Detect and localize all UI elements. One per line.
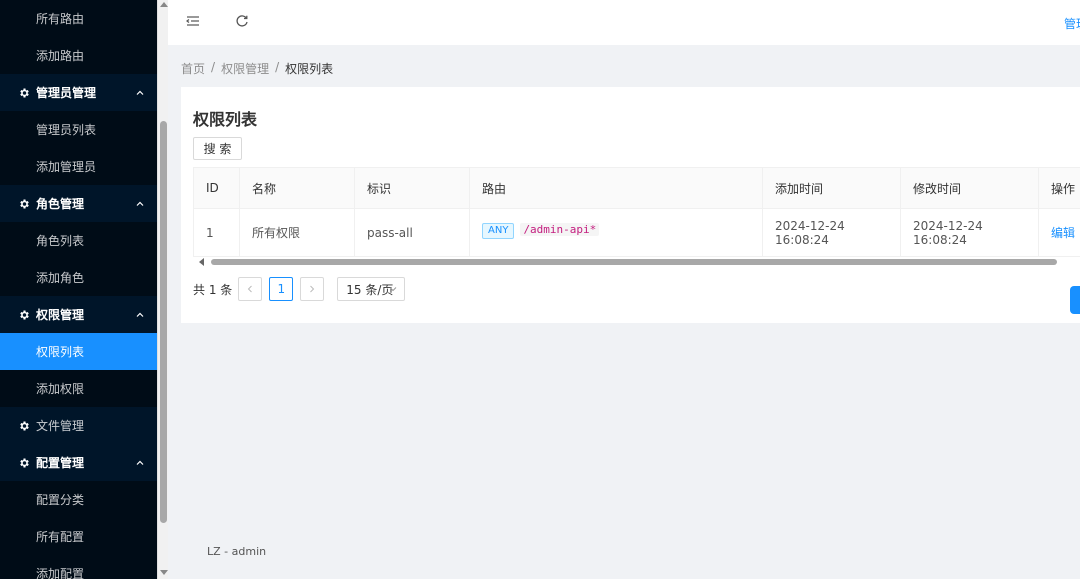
chevron-up-icon [135, 87, 145, 97]
breadcrumb: 首页 / 权限管理 / 权限列表 [181, 60, 333, 77]
next-page-button[interactable] [300, 277, 325, 301]
column-header-actions: 操作 [1038, 167, 1080, 209]
prev-page-button[interactable] [238, 277, 263, 301]
cell-updated-at: 2024-12-24 16:08:24 [900, 208, 1039, 257]
user-menu[interactable]: 管理 [1064, 15, 1080, 32]
cell-slug: pass-all [354, 208, 470, 257]
scroll-up-arrow-icon[interactable] [160, 2, 168, 7]
column-header-created-at[interactable]: 添加时间 [762, 167, 901, 209]
sidebar-item-label: 所有路由 [36, 12, 85, 26]
sidebar-item[interactable]: 添加权限 [0, 370, 157, 407]
page-size-value: 15 条/页 [346, 282, 394, 297]
column-header-id[interactable]: ID [193, 167, 240, 209]
sidebar-item[interactable]: 管理员列表 [0, 111, 157, 148]
sidebar-group[interactable]: 权限管理 [0, 296, 157, 333]
sidebar-scrollbar[interactable] [157, 0, 168, 579]
gear-icon [18, 457, 30, 469]
route-path: /admin-api* [520, 223, 600, 236]
sidebar-item[interactable]: 所有配置 [0, 518, 157, 555]
chevron-left-icon [248, 285, 253, 293]
sidebar-group-label: 权限管理 [36, 308, 85, 322]
scrollbar-thumb[interactable] [160, 121, 167, 523]
sidebar-item[interactable]: 添加管理员 [0, 148, 157, 185]
gear-icon [18, 420, 30, 432]
search-button[interactable]: 搜 索 [193, 137, 242, 160]
sidebar-group-label: 配置管理 [36, 456, 85, 470]
scroll-left-arrow-icon[interactable] [199, 258, 204, 266]
gear-icon [18, 198, 30, 210]
reload-icon[interactable] [235, 14, 251, 30]
breadcrumb-home[interactable]: 首页 [181, 60, 205, 77]
scroll-down-arrow-icon[interactable] [160, 570, 168, 575]
sidebar-item-label: 添加角色 [36, 271, 85, 285]
sidebar-item-label: 管理员列表 [36, 123, 97, 137]
column-header-slug[interactable]: 标识 [354, 167, 470, 209]
chevron-up-icon [135, 309, 145, 319]
sidebar-item-label: 配置分类 [36, 493, 85, 507]
pagination-total: 共 1 条 [193, 282, 233, 297]
sidebar-item-label: 添加管理员 [36, 160, 97, 174]
top-header: 管理 [168, 0, 1080, 45]
sidebar-item[interactable]: 添加路由 [0, 37, 157, 74]
sidebar: 所有路由添加路由管理员管理管理员列表添加管理员角色管理角色列表添加角色权限管理权… [0, 0, 157, 579]
route-method-tag: ANY [482, 223, 515, 239]
breadcrumb-permission-management[interactable]: 权限管理 [221, 60, 269, 77]
sidebar-group[interactable]: 配置管理 [0, 444, 157, 481]
sidebar-group[interactable]: 管理员管理 [0, 74, 157, 111]
chevron-down-icon [389, 287, 397, 292]
sidebar-item-label: 角色列表 [36, 234, 85, 248]
chevron-up-icon [135, 457, 145, 467]
sidebar-group-label: 管理员管理 [36, 86, 97, 100]
sidebar-item-label: 添加路由 [36, 49, 85, 63]
sidebar-item[interactable]: 角色列表 [0, 222, 157, 259]
permission-table: ID 名称 标识 路由 添加时间 修改时间 操作 1 所有权限 pass-all… [193, 167, 1080, 257]
permission-list-card: 权限列表 搜 索 ID 名称 标识 路由 添加时间 修改时间 操作 1 所有权限… [181, 87, 1080, 323]
sidebar-item-label: 权限列表 [36, 345, 85, 359]
breadcrumb-current: 权限列表 [285, 62, 334, 76]
breadcrumb-separator: / [275, 60, 280, 74]
menu-fold-icon[interactable] [186, 14, 202, 30]
sidebar-item-label: 添加配置 [36, 567, 85, 579]
gear-icon [18, 87, 30, 99]
page-title: 权限列表 [193, 110, 258, 129]
cell-route: ANY/admin-api* [469, 208, 763, 257]
cell-name: 所有权限 [239, 208, 355, 257]
column-header-route[interactable]: 路由 [469, 167, 763, 209]
sidebar-item-label: 添加权限 [36, 382, 85, 396]
cell-created-at: 2024-12-24 16:08:24 [762, 208, 901, 257]
table-row: 1 所有权限 pass-all ANY/admin-api* 2024-12-2… [193, 208, 1080, 257]
gear-icon [18, 309, 30, 321]
sidebar-group[interactable]: 角色管理 [0, 185, 157, 222]
page-number-button[interactable]: 1 [269, 277, 294, 301]
horizontal-scrollbar-thumb[interactable] [211, 259, 1057, 265]
sidebar-item[interactable]: 权限列表 [0, 333, 157, 370]
table-horizontal-scrollbar[interactable] [193, 257, 1080, 267]
sidebar-item[interactable]: 添加角色 [0, 259, 157, 296]
sidebar-item[interactable]: 所有路由 [0, 0, 157, 37]
column-header-name[interactable]: 名称 [239, 167, 355, 209]
sidebar-item[interactable]: 配置分类 [0, 481, 157, 518]
table-header-row: ID 名称 标识 路由 添加时间 修改时间 操作 [193, 167, 1080, 209]
pagination: 共 1 条 1 15 条/页 [193, 277, 406, 301]
footer-text: LZ - admin [207, 545, 267, 558]
edit-link[interactable]: 编辑 [1051, 226, 1075, 240]
floating-action-button[interactable] [1070, 286, 1080, 314]
cell-id: 1 [193, 208, 240, 257]
breadcrumb-separator: / [211, 60, 216, 74]
sidebar-group-label: 文件管理 [36, 419, 85, 433]
sidebar-group[interactable]: 文件管理 [0, 407, 157, 444]
sidebar-group-label: 角色管理 [36, 197, 85, 211]
page-size-select[interactable]: 15 条/页 [337, 277, 406, 301]
cell-actions: 编辑 [1038, 208, 1080, 257]
sidebar-item[interactable]: 添加配置 [0, 555, 157, 579]
chevron-right-icon [310, 285, 315, 293]
chevron-up-icon [135, 198, 145, 208]
sidebar-item-label: 所有配置 [36, 530, 85, 544]
column-header-updated-at[interactable]: 修改时间 [900, 167, 1039, 209]
sidebar-menu: 所有路由添加路由管理员管理管理员列表添加管理员角色管理角色列表添加角色权限管理权… [0, 0, 157, 579]
